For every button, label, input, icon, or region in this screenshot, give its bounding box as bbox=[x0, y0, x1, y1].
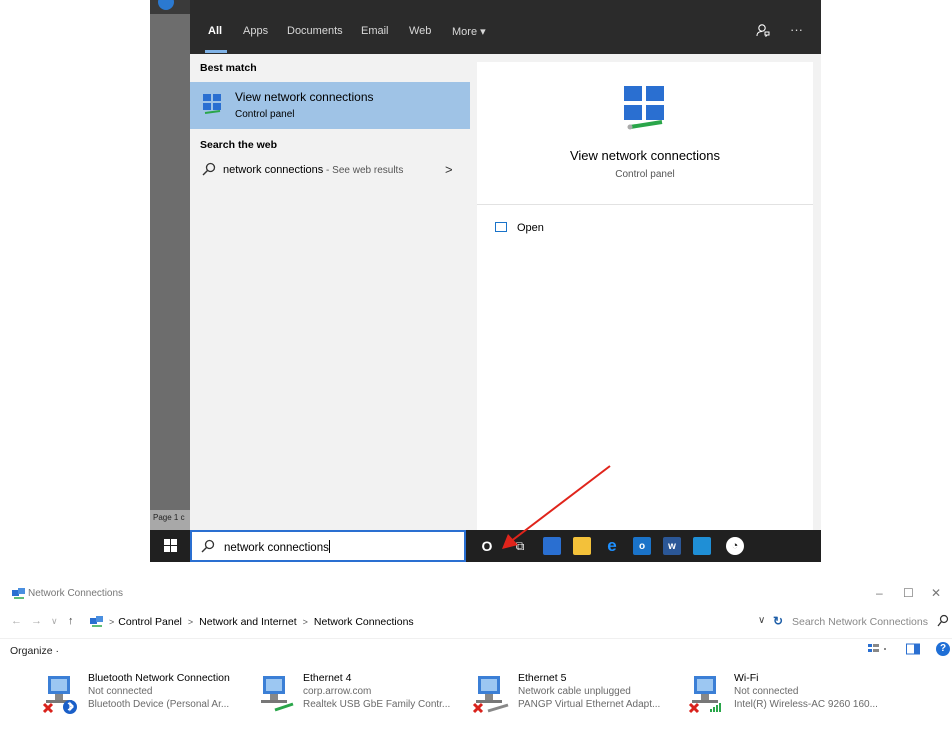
help-icon[interactable]: ? bbox=[936, 642, 950, 656]
breadcrumb-network-connections[interactable]: Network Connections bbox=[314, 616, 414, 628]
recent-chevron-icon[interactable]: ∨ bbox=[51, 616, 58, 627]
window-title: Network Connections bbox=[28, 588, 124, 599]
connection-name: Ethernet 4 bbox=[303, 672, 352, 684]
ethernet-adapter-icon bbox=[261, 676, 294, 712]
breadcrumb: > Control Panel > Network and Internet > Netw… bbox=[109, 616, 414, 628]
text-caret bbox=[328, 540, 330, 553]
connection-name: Bluetooth Network Connection bbox=[88, 672, 230, 684]
file-tab-icon[interactable] bbox=[543, 537, 561, 555]
best-match-subtitle: Control panel bbox=[235, 109, 295, 120]
best-match-header: Best match bbox=[200, 62, 257, 74]
result-preview-pane: View network connections Control panel O… bbox=[477, 62, 813, 530]
command-bar: Organize · ? bbox=[0, 638, 952, 660]
connection-status: Not connected bbox=[734, 686, 799, 697]
taskbar: network connections O ⧉ e o w ◔ bbox=[150, 530, 821, 562]
outlook-icon[interactable]: o bbox=[633, 537, 651, 555]
connection-device: Bluetooth Device (Personal Ar... bbox=[88, 699, 230, 710]
windows-start-icon[interactable] bbox=[164, 539, 177, 552]
network-connections-window: Network Connections – ☐ ✕ ← → ∨ ↑ > Contr… bbox=[0, 580, 952, 751]
search-web-header: Search the web bbox=[200, 139, 278, 151]
cortana-icon[interactable]: O bbox=[478, 537, 496, 555]
word-icon[interactable]: w bbox=[663, 537, 681, 555]
network-folder-icon bbox=[12, 588, 25, 599]
task-view-icon[interactable]: ⧉ bbox=[511, 537, 529, 555]
taskbar-search-box[interactable]: network connections bbox=[190, 530, 466, 562]
tab-documents[interactable]: Documents bbox=[287, 25, 343, 37]
connection-name: Wi-Fi bbox=[734, 672, 759, 684]
chevron-right-icon[interactable]: > bbox=[445, 162, 453, 177]
edge-icon[interactable]: e bbox=[603, 536, 621, 555]
open-icon bbox=[495, 222, 507, 232]
breadcrumb-network-internet[interactable]: Network and Internet bbox=[199, 616, 296, 628]
address-dropdown-icon[interactable]: ∨ bbox=[758, 615, 765, 626]
preview-pane-icon[interactable] bbox=[906, 643, 920, 655]
connection-ethernet-4[interactable]: Ethernet 4 corp.arrow.com Realtek USB Gb… bbox=[257, 672, 467, 722]
connection-device: Realtek USB GbE Family Contr... bbox=[303, 699, 451, 710]
tab-more[interactable]: More ▾ bbox=[452, 25, 486, 38]
web-result-query: network connections bbox=[223, 164, 324, 176]
breadcrumb-control-panel[interactable]: Control Panel bbox=[118, 616, 182, 628]
file-explorer-icon[interactable] bbox=[573, 537, 591, 555]
control-panel-icon bbox=[90, 616, 103, 627]
bluetooth-adapter-icon bbox=[42, 676, 77, 714]
app-icon[interactable]: ◔ bbox=[726, 537, 744, 555]
more-options-icon[interactable]: ··· bbox=[790, 22, 803, 37]
preview-subtitle: Control panel bbox=[615, 169, 675, 180]
close-icon[interactable]: ✕ bbox=[931, 586, 941, 600]
connection-ethernet-5[interactable]: Ethernet 5 Network cable unplugged PANGP… bbox=[472, 672, 682, 722]
best-match-title: View network connections bbox=[235, 90, 374, 104]
open-action[interactable]: Open bbox=[495, 222, 544, 234]
photos-icon[interactable] bbox=[693, 537, 711, 555]
preview-divider bbox=[477, 204, 813, 205]
feedback-icon[interactable] bbox=[756, 23, 770, 40]
best-match-result[interactable]: View network connections Control panel bbox=[190, 82, 470, 129]
tab-email[interactable]: Email bbox=[361, 25, 389, 37]
maximize-icon[interactable]: ☐ bbox=[903, 586, 914, 600]
wifi-adapter-icon bbox=[688, 676, 721, 714]
search-box-text: network connections bbox=[224, 542, 329, 554]
search-tabs-bar: All Apps Documents Email Web More ▾ ··· bbox=[190, 14, 821, 54]
connection-status: corp.arrow.com bbox=[303, 686, 372, 697]
back-icon[interactable]: ← bbox=[11, 615, 22, 627]
network-connections-large-icon bbox=[624, 86, 664, 130]
search-input[interactable]: Search Network Connections bbox=[792, 616, 928, 628]
search-icon bbox=[202, 162, 216, 176]
open-label: Open bbox=[517, 222, 544, 234]
start-search-screenshot: Page 1 c All Apps Documents Email Web Mo… bbox=[150, 0, 821, 562]
view-options-icon[interactable] bbox=[868, 643, 890, 655]
minimize-icon[interactable]: – bbox=[876, 586, 883, 600]
active-tab-indicator bbox=[205, 50, 227, 53]
search-panel: All Apps Documents Email Web More ▾ ··· … bbox=[190, 14, 821, 530]
connection-device: Intel(R) Wireless-AC 9260 160... bbox=[734, 699, 878, 710]
forward-icon[interactable]: → bbox=[31, 615, 42, 627]
tab-web[interactable]: Web bbox=[409, 25, 431, 37]
connection-status: Not connected bbox=[88, 686, 153, 697]
preview-title: View network connections bbox=[569, 148, 721, 163]
word-page-indicator: Page 1 c bbox=[153, 513, 185, 522]
search-icon[interactable] bbox=[937, 614, 949, 628]
web-result[interactable]: network connections - See web results > bbox=[190, 158, 470, 182]
refresh-icon[interactable]: ↻ bbox=[773, 614, 783, 628]
search-icon bbox=[201, 539, 215, 553]
network-connections-icon bbox=[203, 94, 221, 114]
connection-bluetooth[interactable]: Bluetooth Network Connection Not connect… bbox=[42, 672, 252, 722]
connection-wifi[interactable]: Wi-Fi Not connected Intel(R) Wireless-AC… bbox=[688, 672, 898, 722]
organize-menu[interactable]: Organize · bbox=[10, 645, 59, 657]
tab-all[interactable]: All bbox=[208, 25, 222, 37]
connection-device: PANGP Virtual Ethernet Adapt... bbox=[518, 699, 661, 710]
connection-name: Ethernet 5 bbox=[518, 672, 567, 684]
ethernet-disconnected-icon bbox=[472, 676, 509, 714]
web-result-suffix: - See web results bbox=[323, 165, 404, 176]
tab-apps[interactable]: Apps bbox=[243, 25, 268, 37]
up-icon[interactable]: ↑ bbox=[68, 615, 74, 627]
word-window-background: Page 1 c bbox=[150, 0, 190, 530]
window-titlebar: Network Connections – ☐ ✕ bbox=[0, 580, 952, 608]
address-bar: ← → ∨ ↑ > Control Panel > Network and Inter… bbox=[0, 610, 952, 634]
results-list: Best match View network connections Cont… bbox=[190, 54, 470, 530]
connection-status: Network cable unplugged bbox=[518, 686, 631, 697]
